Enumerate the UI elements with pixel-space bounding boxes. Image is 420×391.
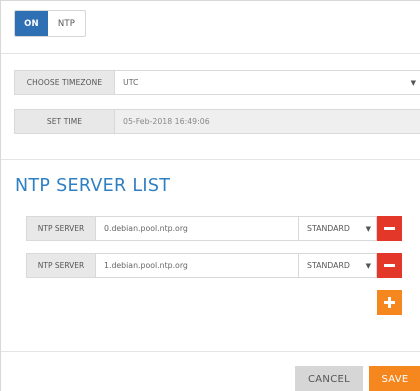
add-server-button[interactable] [377,290,402,315]
ntp-server-address-input[interactable]: 1.debian.pool.ntp.org [96,253,299,278]
divider [1,159,420,160]
ntp-server-mode-select[interactable]: STANDARD ▼ [299,253,377,278]
set-time-label: SET TIME [15,110,115,133]
remove-server-button[interactable] [377,216,402,241]
divider [1,351,420,352]
ntp-server-row: NTP SERVER 0.debian.pool.ntp.org STANDAR… [26,216,377,241]
remove-server-button[interactable] [377,253,402,278]
save-button[interactable]: SAVE [369,366,420,391]
cancel-button[interactable]: CANCEL [295,366,363,391]
ntp-server-list-title: NTP SERVER LIST [15,176,171,196]
mode-toggle[interactable]: ON NTP [14,10,86,37]
ntp-server-mode-value: STANDARD [307,224,350,233]
time-settings-panel: ON NTP CHOOSE TIMEZONE UTC ▼ SET TIME 05… [0,0,420,391]
caret-down-icon: ▼ [410,79,416,87]
ntp-server-row: NTP SERVER 1.debian.pool.ntp.org STANDAR… [26,253,377,278]
timezone-row: CHOOSE TIMEZONE UTC ▼ [14,70,420,95]
ntp-server-mode-select[interactable]: STANDARD ▼ [299,216,377,241]
set-time-field[interactable]: 05-Feb-2018 16:49:06 [115,110,420,133]
toggle-on-option[interactable]: ON [15,11,48,36]
toggle-ntp-option[interactable]: NTP [48,11,85,36]
timezone-select[interactable]: UTC ▼ [115,71,420,94]
divider [1,53,420,54]
timezone-label: CHOOSE TIMEZONE [15,71,115,94]
caret-down-icon: ▼ [365,262,371,270]
ntp-server-label: NTP SERVER [26,253,96,278]
set-time-row: SET TIME 05-Feb-2018 16:49:06 [14,109,420,134]
caret-down-icon: ▼ [365,225,371,233]
ntp-server-address-input[interactable]: 0.debian.pool.ntp.org [96,216,299,241]
timezone-value: UTC [123,78,139,87]
ntp-server-mode-value: STANDARD [307,261,350,270]
ntp-server-label: NTP SERVER [26,216,96,241]
